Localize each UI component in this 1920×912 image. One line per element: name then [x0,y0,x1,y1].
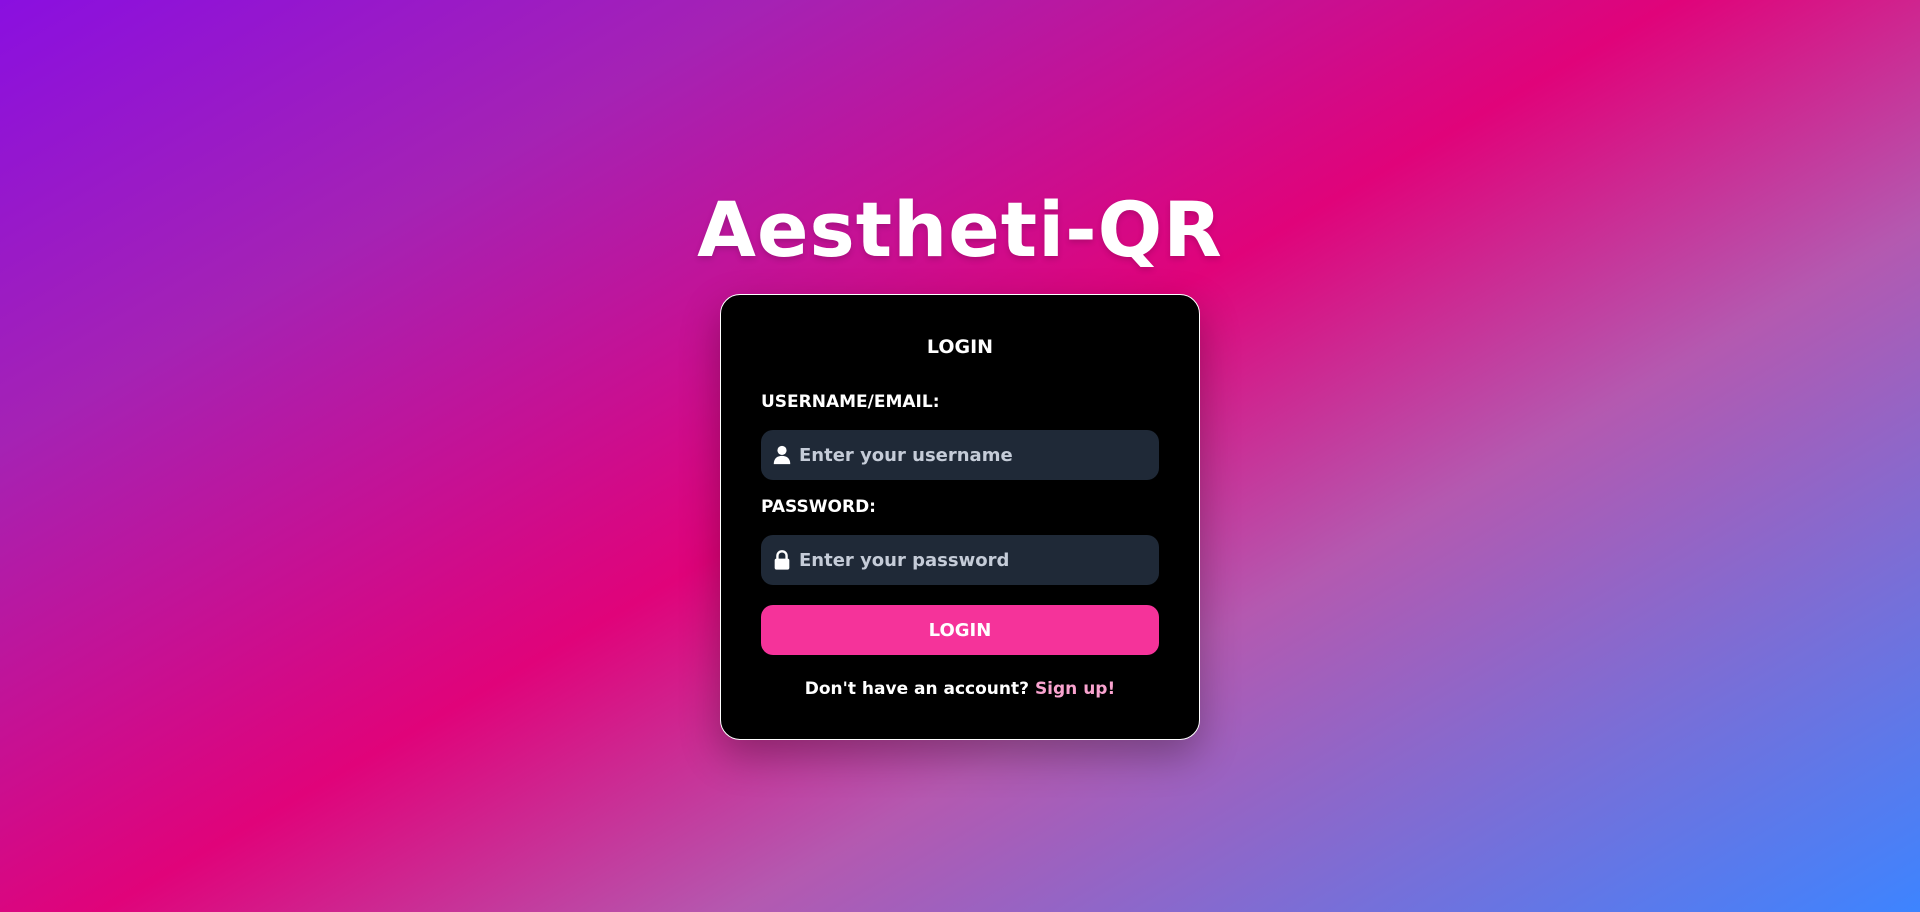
username-field-container[interactable] [761,430,1159,480]
password-label: PASSWORD: [761,497,876,517]
signup-prompt-text: Don't have an account? [804,679,1030,699]
app-title: Aestheti-QR [697,185,1223,274]
username-input[interactable] [799,430,1151,480]
lock-icon [774,550,790,570]
signup-prompt-row: Don't have an account? Sign up! [721,677,1199,701]
password-field-container[interactable] [761,535,1159,585]
login-heading: LOGIN [926,336,994,358]
username-label: USERNAME/EMAIL: [761,392,940,412]
user-icon [773,445,791,465]
signup-link[interactable]: Sign up! [1035,679,1115,699]
login-button[interactable]: LOGIN [761,605,1159,655]
login-card: LOGIN USERNAME/EMAIL: PASSWORD: LOGIN Do… [720,294,1200,740]
password-input[interactable] [799,535,1151,585]
